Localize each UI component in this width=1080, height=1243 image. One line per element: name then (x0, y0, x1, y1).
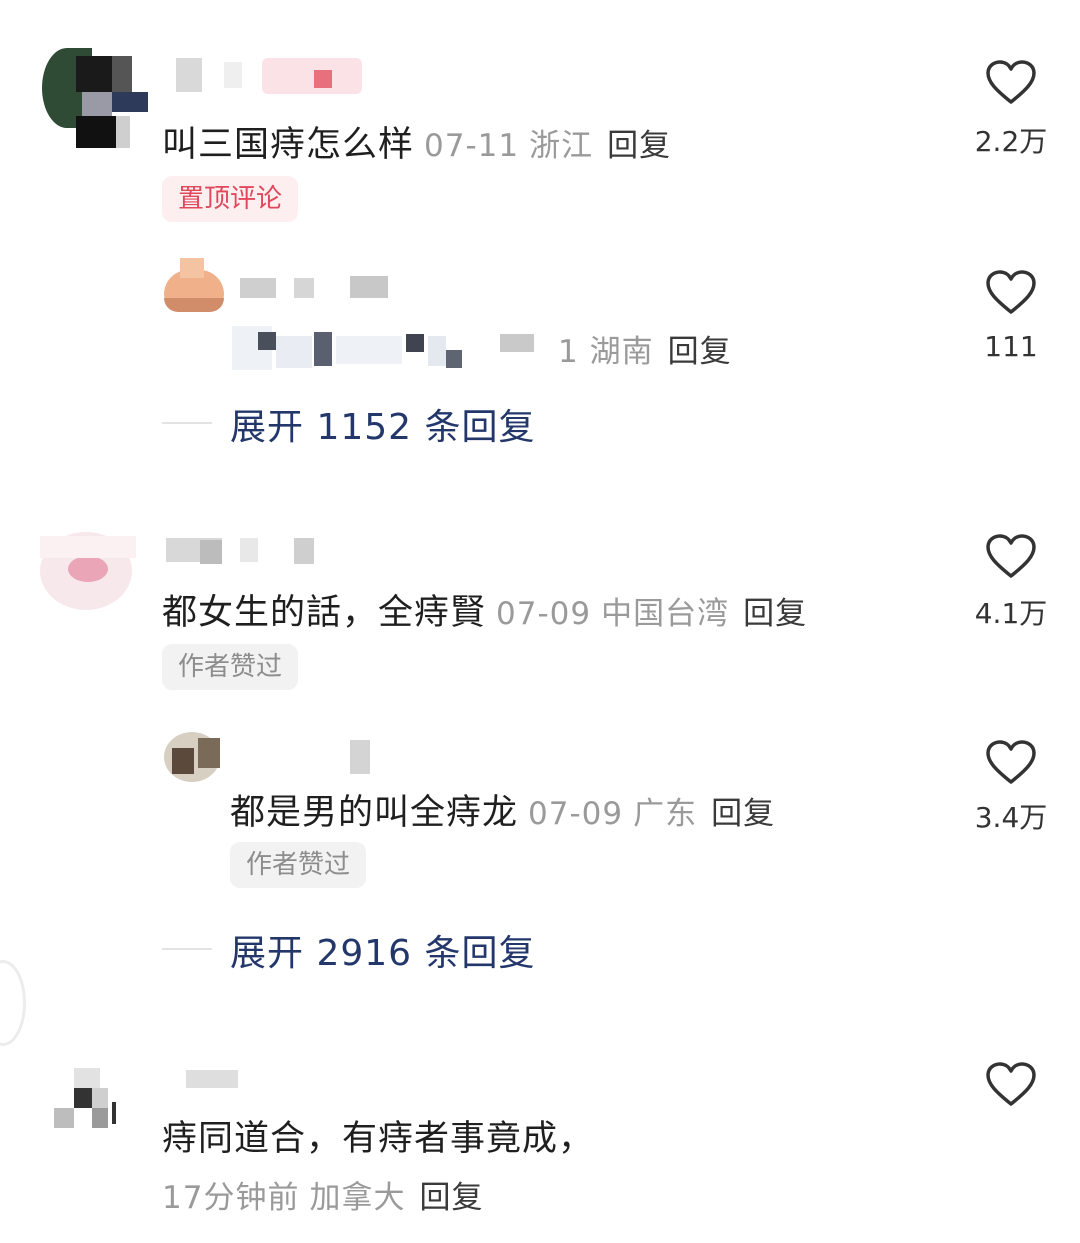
comment-location: 中国台湾 (601, 596, 730, 632)
comment-meta-line: 17分钟前 加拿大 回复 (162, 1172, 483, 1217)
avatar[interactable] (42, 48, 148, 148)
reply-button[interactable]: 回复 (419, 1180, 483, 1216)
comment-text-line: 叫三国痔怎么样 07-11 浙江 回复 (162, 116, 671, 167)
avatar[interactable] (40, 532, 136, 612)
comment-text: 都女生的話，全痔賢 (162, 593, 487, 633)
like-count: 4.1万 (974, 597, 1048, 630)
comment-text: 痔同道合，有痔者事竟成， (162, 1119, 595, 1159)
comment-location: 加拿大 (309, 1180, 406, 1216)
heart-outline-icon[interactable] (986, 740, 1036, 786)
sub-reply-meta-line: 1 湖南 回复 (548, 326, 732, 371)
heart-outline-icon[interactable] (986, 1062, 1036, 1108)
comment-text-line: 都女生的話，全痔賢 07-09 中国台湾 回复 (162, 584, 807, 635)
divider (162, 422, 212, 424)
author-liked-badge: 作者赞过 (230, 842, 367, 888)
sub-reply-date: 07-09 (528, 796, 624, 832)
avatar[interactable] (164, 258, 224, 312)
sub-reply-text: 都是男的叫全痔龙 (230, 793, 519, 833)
reply-button[interactable]: 回复 (743, 596, 807, 632)
expand-replies-button[interactable]: 展开 1152 条回复 (230, 398, 536, 450)
sub-reply-text-line: 都是男的叫全痔龙 07-09 广东 回复 (230, 784, 775, 835)
like-count: 111 (984, 330, 1038, 363)
divider (162, 948, 212, 950)
comment-date: 07-09 (496, 596, 592, 632)
reply-button[interactable]: 回复 (668, 334, 732, 370)
comment-location: 浙江 (529, 128, 594, 164)
comment-text: 叫三国痔怎么样 (162, 125, 415, 165)
like-count: 3.4万 (974, 801, 1048, 834)
reply-button[interactable]: 回复 (607, 128, 671, 164)
avatar[interactable] (164, 732, 222, 782)
author-liked-badge: 作者赞过 (162, 644, 299, 690)
scroll-edge-shadow (0, 960, 26, 1046)
reply-button[interactable]: 回复 (711, 796, 775, 832)
avatar[interactable] (54, 1068, 120, 1130)
heart-outline-icon[interactable] (986, 270, 1036, 316)
pinned-badge: 置顶评论 (162, 176, 299, 222)
like-count: 2.2万 (974, 125, 1048, 158)
comment-date: 17分钟前 (162, 1180, 300, 1216)
expand-replies-button[interactable]: 展开 2916 条回复 (230, 924, 536, 976)
sub-reply-location: 广东 (633, 796, 698, 832)
heart-outline-icon[interactable] (986, 60, 1036, 106)
sub-reply-location: 1 湖南 (558, 334, 654, 370)
comment-date: 07-11 (424, 128, 520, 164)
heart-outline-icon[interactable] (986, 534, 1036, 580)
